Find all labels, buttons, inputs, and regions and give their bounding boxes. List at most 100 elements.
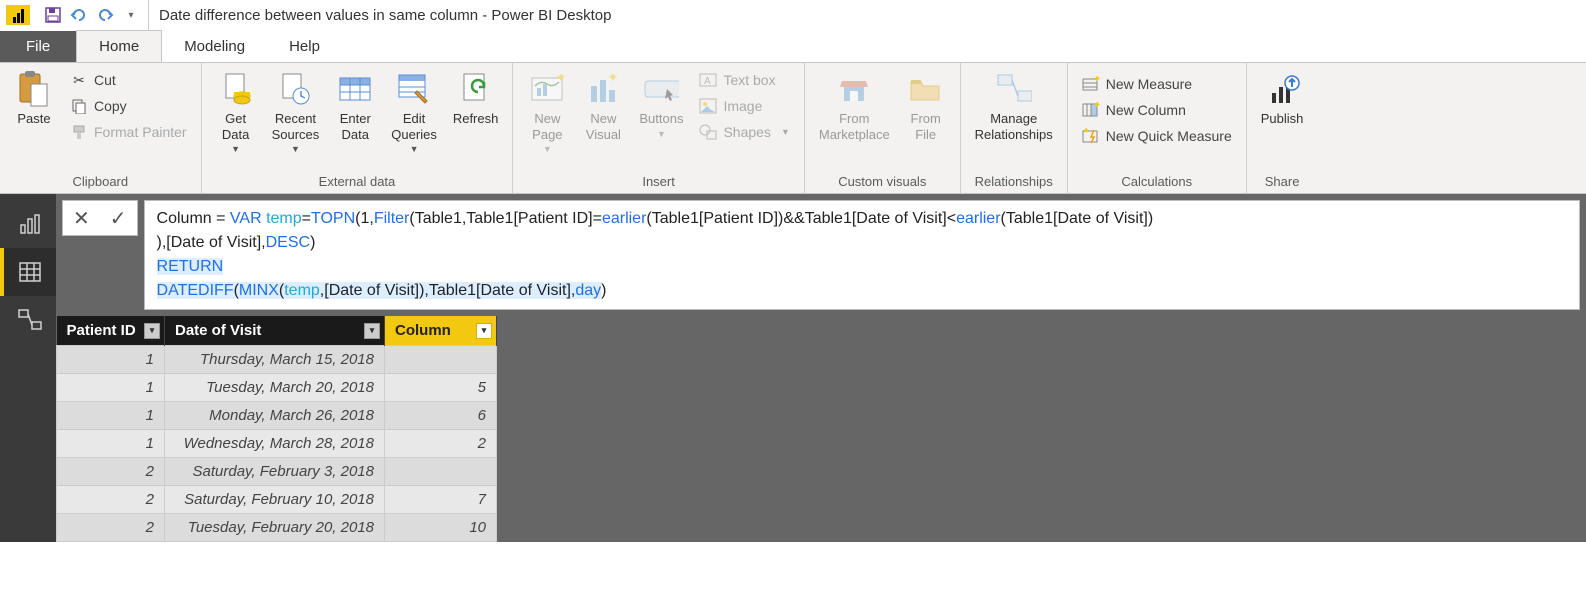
copy-button[interactable]: Copy [66,95,191,117]
recent-sources-button[interactable]: Recent Sources▼ [264,67,328,154]
format-painter-button[interactable]: Format Painter [66,121,191,143]
redo-icon[interactable] [94,4,116,26]
new-page-icon: ✦ [529,71,565,107]
col-header-patient-id[interactable]: Patient ID▾ [57,316,165,346]
refresh-button[interactable]: Refresh [445,67,507,127]
enter-data-button[interactable]: Enter Data [327,67,383,142]
cell-column [385,346,497,374]
shapes-icon [699,123,717,141]
svg-text:✦: ✦ [607,74,619,85]
data-table: Patient ID▾ Date of Visit▾ Column▾ 1 Thu… [56,316,497,542]
table-row[interactable]: 2 Saturday, February 10, 2018 7 [57,486,497,514]
cell-patient-id: 1 [57,430,165,458]
manage-relationships-button[interactable]: Manage Relationships [967,67,1061,142]
table-row[interactable]: 1 Tuesday, March 20, 2018 5 [57,374,497,402]
cell-date-of-visit: Monday, March 26, 2018 [165,402,385,430]
recent-sources-icon [277,71,313,107]
svg-text:A: A [704,76,711,87]
ribbon-tabs: File Home Modeling Help [0,30,1586,62]
main-area: ✕ ✓ Column = VAR temp=TOPN(1,Filter(Tabl… [0,194,1586,542]
data-table-wrap: Patient ID▾ Date of Visit▾ Column▾ 1 Thu… [56,316,1586,542]
cut-button[interactable]: ✂Cut [66,69,191,91]
nav-data-view[interactable] [0,248,56,296]
accept-formula-icon[interactable]: ✓ [110,206,127,231]
chevron-down-icon: ▼ [657,129,666,139]
group-custom-visuals: From Marketplace From File Custom visual… [805,63,961,193]
filter-icon[interactable]: ▾ [364,323,380,339]
edit-queries-icon [396,71,432,107]
table-row[interactable]: 1 Monday, March 26, 2018 6 [57,402,497,430]
chevron-down-icon: ▼ [410,144,419,154]
table-row[interactable]: 2 Tuesday, February 20, 2018 10 [57,514,497,542]
format-painter-icon [70,123,88,141]
measure-icon: ✦ [1082,75,1100,93]
filter-icon[interactable]: ▾ [476,323,492,339]
buttons-button[interactable]: Buttons▼ [631,67,691,139]
ribbon: Paste ✂Cut Copy Format Painter Clipboard… [0,62,1586,194]
new-column-button[interactable]: ✦New Column [1078,99,1236,121]
from-file-button[interactable]: From File [898,67,954,142]
filter-icon[interactable]: ▾ [144,323,160,339]
cell-patient-id: 2 [57,486,165,514]
textbox-button[interactable]: AText box [695,69,793,91]
group-relationships: Manage Relationships Relationships [961,63,1068,193]
qat-dropdown-icon[interactable]: ▾ [120,4,142,26]
undo-icon[interactable] [68,4,90,26]
shapes-button[interactable]: Shapes▼ [695,121,793,143]
group-clipboard: Paste ✂Cut Copy Format Painter Clipboard [0,63,202,193]
new-visual-icon: ✦ [585,71,621,107]
cell-patient-id: 1 [57,402,165,430]
paste-icon [16,71,52,107]
refresh-icon [458,71,494,107]
group-external-data: Get Data▼ Recent Sources▼ Enter Data Edi… [202,63,514,193]
cut-icon: ✂ [70,71,88,89]
image-button[interactable]: Image [695,95,793,117]
group-insert: ✦ New Page▼ ✦ New Visual Buttons▼ AText … [513,63,805,193]
cell-patient-id: 1 [57,346,165,374]
new-quick-measure-button[interactable]: ✦New Quick Measure [1078,125,1236,147]
col-header-column[interactable]: Column▾ [385,316,497,346]
tab-modeling[interactable]: Modeling [162,31,267,62]
table-row[interactable]: 1 Wednesday, March 28, 2018 2 [57,430,497,458]
cell-column: 2 [385,430,497,458]
tab-home[interactable]: Home [76,30,162,62]
textbox-icon: A [699,71,717,89]
cell-column: 6 [385,402,497,430]
publish-button[interactable]: Publish [1253,67,1312,127]
save-icon[interactable] [42,4,64,26]
enter-data-icon [337,71,373,107]
column-icon: ✦ [1082,101,1100,119]
edit-queries-button[interactable]: Edit Queries▼ [383,67,445,154]
new-page-button[interactable]: ✦ New Page▼ [519,67,575,154]
col-header-date-of-visit[interactable]: Date of Visit▾ [165,316,385,346]
titlebar: ▾ Date difference between values in same… [0,0,1586,30]
cancel-formula-icon[interactable]: ✕ [73,206,90,231]
table-row[interactable]: 1 Thursday, March 15, 2018 [57,346,497,374]
cell-patient-id: 2 [57,458,165,486]
tab-help[interactable]: Help [267,31,342,62]
new-visual-button[interactable]: ✦ New Visual [575,67,631,142]
get-data-icon [218,71,254,107]
image-icon [699,97,717,115]
from-file-icon [908,71,944,107]
chevron-down-icon: ▼ [231,144,240,154]
new-measure-button[interactable]: ✦New Measure [1078,73,1236,95]
nav-model-view[interactable] [0,296,56,344]
tab-file[interactable]: File [0,31,76,62]
group-share: Publish Share [1247,63,1318,193]
model-view-icon [17,308,43,332]
nav-report-view[interactable] [0,200,56,248]
copy-icon [70,97,88,115]
marketplace-icon [836,71,872,107]
report-view-icon [17,213,43,235]
chevron-down-icon: ▼ [291,144,300,154]
get-data-button[interactable]: Get Data▼ [208,67,264,154]
relationships-icon [996,71,1032,107]
formula-bar[interactable]: Column = VAR temp=TOPN(1,Filter(Table1,T… [144,200,1580,310]
cell-date-of-visit: Wednesday, March 28, 2018 [165,430,385,458]
formula-controls: ✕ ✓ [62,200,138,236]
cell-column: 10 [385,514,497,542]
table-row[interactable]: 2 Saturday, February 3, 2018 [57,458,497,486]
from-marketplace-button[interactable]: From Marketplace [811,67,898,142]
paste-button[interactable]: Paste [6,67,62,127]
